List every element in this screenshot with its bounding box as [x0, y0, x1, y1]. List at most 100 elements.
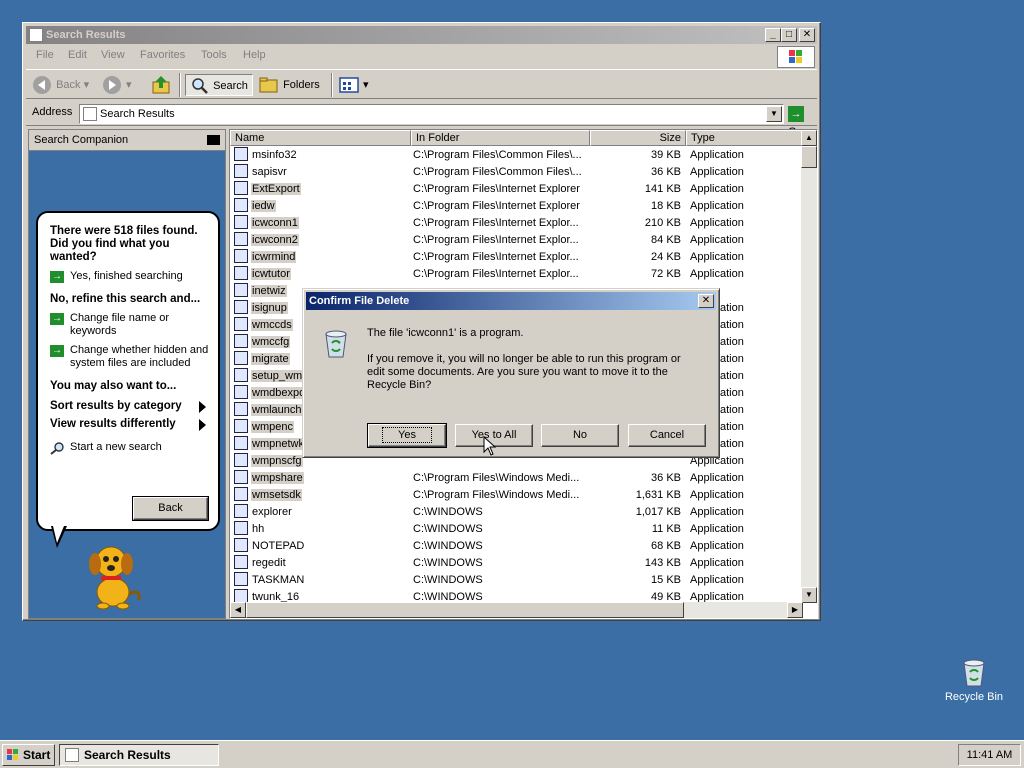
horizontal-scroll-thumb[interactable]: [246, 602, 684, 618]
menu-file[interactable]: File: [36, 49, 54, 61]
search-button[interactable]: Search: [185, 74, 253, 96]
dialog-titlebar[interactable]: Confirm File Delete ✕: [306, 292, 716, 310]
application-icon: [234, 181, 248, 195]
search-companion-title: Search Companion: [34, 134, 129, 146]
file-type: Application: [690, 251, 744, 263]
file-name: setup_wm: [251, 370, 304, 382]
file-name-cell: iedw: [234, 198, 414, 215]
window-title: Search Results: [46, 29, 126, 41]
file-row[interactable]: msinfo32 C:\Program Files\Common Files\..…: [230, 147, 802, 164]
file-name: wmccds: [251, 319, 293, 331]
menu-favorites[interactable]: Favorites: [140, 49, 185, 61]
column-header-type[interactable]: Type: [686, 130, 803, 146]
maximize-button[interactable]: □: [781, 28, 797, 42]
address-bar: Address Search Results ▼ → Go: [26, 102, 817, 138]
application-icon: [234, 419, 248, 433]
minimize-button[interactable]: _: [765, 28, 781, 42]
file-name-cell: icwtutor: [234, 266, 414, 283]
close-button[interactable]: ✕: [799, 28, 815, 42]
file-row[interactable]: NOTEPAD C:\WINDOWS 68 KB Application: [230, 538, 802, 555]
green-arrow-icon: →: [50, 345, 64, 357]
file-row[interactable]: icwrmind C:\Program Files\Internet Explor…: [230, 249, 802, 266]
file-name: isignup: [251, 302, 288, 314]
application-icon: [234, 385, 248, 399]
start-button[interactable]: Start: [2, 744, 55, 766]
yes-finished-link[interactable]: → Yes, finished searching: [50, 270, 210, 283]
file-name-cell: regedit: [234, 555, 414, 572]
sort-results-label: Sort results by category: [50, 400, 182, 412]
file-name-cell: NOTEPAD: [234, 538, 414, 555]
address-dropdown-button[interactable]: ▼: [766, 106, 782, 122]
companion-back-button[interactable]: Back: [132, 496, 209, 521]
scroll-left-button[interactable]: ◀: [230, 602, 246, 618]
change-hidden-link[interactable]: → Change whether hidden and system files…: [50, 344, 210, 370]
scroll-up-button[interactable]: ▲: [801, 130, 817, 146]
no-button[interactable]: No: [541, 424, 619, 447]
forward-button[interactable]: ▾: [101, 74, 132, 96]
triangle-right-icon: [199, 419, 206, 431]
start-label: Start: [23, 748, 51, 762]
file-name: msinfo32: [252, 149, 297, 161]
recycle-bin-icon: [963, 659, 985, 687]
vertical-scrollbar[interactable]: ▲ ▼: [801, 130, 817, 603]
also-heading: You may also want to...: [50, 380, 177, 392]
yes-button[interactable]: Yes: [367, 423, 447, 448]
change-name-link[interactable]: → Change file name or keywords: [50, 312, 210, 338]
file-row[interactable]: explorer C:\WINDOWS 1,017 KB Application: [230, 504, 802, 521]
file-name: inetwiz: [251, 285, 287, 297]
file-folder: C:\Program Files\Internet Explor...: [413, 217, 579, 229]
standard-toolbar: Back ▾ ▾ Search Folders ▾: [26, 69, 817, 99]
back-button[interactable]: Back ▾: [31, 74, 89, 96]
cancel-button[interactable]: Cancel: [628, 424, 706, 447]
dialog-close-button[interactable]: ✕: [698, 294, 714, 308]
views-button[interactable]: ▾: [338, 74, 369, 96]
close-pane-button[interactable]: [207, 135, 220, 145]
file-size: 143 KB: [644, 557, 681, 569]
file-row[interactable]: icwconn2 C:\Program Files\Internet Explor…: [230, 232, 802, 249]
up-folder-button[interactable]: [150, 74, 172, 96]
column-header-name[interactable]: Name: [230, 130, 411, 146]
file-name-cell: TASKMAN: [234, 572, 414, 589]
file-row[interactable]: iedw C:\Program Files\Internet Explorer 18…: [230, 198, 802, 215]
vertical-scroll-thumb[interactable]: [801, 146, 817, 168]
file-size: 1,017 KB: [635, 506, 681, 518]
file-name: icwtutor: [251, 268, 291, 280]
desktop-recycle-bin[interactable]: Recycle Bin: [940, 656, 1008, 703]
taskbar-item-search-results[interactable]: Search Results: [59, 744, 219, 766]
go-button[interactable]: → Go: [788, 105, 817, 138]
file-folder: C:\Program Files\Internet Explorer: [413, 200, 580, 212]
file-row[interactable]: wmpshare C:\Program Files\Windows Medi...…: [230, 470, 802, 487]
file-name: sapisvr: [252, 166, 287, 178]
file-name-cell: sapisvr: [234, 164, 414, 181]
horizontal-scrollbar[interactable]: ◀ ▶: [230, 602, 803, 618]
view-results-link[interactable]: View results differently: [50, 418, 210, 431]
file-row[interactable]: ExtExport C:\Program Files\Internet Explo…: [230, 181, 802, 198]
folders-button[interactable]: Folders: [258, 74, 320, 96]
column-header-size[interactable]: Size: [590, 130, 686, 146]
column-header-folder[interactable]: In Folder: [411, 130, 590, 146]
menu-tools[interactable]: Tools: [201, 49, 227, 61]
file-folder: C:\Program Files\Internet Explor...: [413, 234, 579, 246]
file-row[interactable]: hh C:\WINDOWS 11 KB Application: [230, 521, 802, 538]
file-size: 18 KB: [651, 200, 681, 212]
file-row[interactable]: sapisvr C:\Program Files\Common Files\...…: [230, 164, 802, 181]
change-hidden-label: Change whether hidden and system files a…: [70, 344, 209, 369]
file-row[interactable]: TASKMAN C:\WINDOWS 15 KB Application: [230, 572, 802, 589]
file-row[interactable]: wmsetsdk C:\Program Files\Windows Medi...…: [230, 487, 802, 504]
menu-view[interactable]: View: [101, 49, 125, 61]
recycle-bin-icon: [325, 330, 347, 358]
file-row[interactable]: regedit C:\WINDOWS 143 KB Application: [230, 555, 802, 572]
address-input[interactable]: Search Results ▼: [79, 104, 784, 124]
scroll-right-button[interactable]: ▶: [787, 602, 803, 618]
scroll-down-button[interactable]: ▼: [801, 587, 817, 603]
search-icon: [192, 78, 208, 94]
sort-results-link[interactable]: Sort results by category: [50, 400, 210, 413]
file-folder: C:\Program Files\Windows Medi...: [413, 472, 580, 484]
menu-help[interactable]: Help: [243, 49, 266, 61]
confirm-delete-dialog: Confirm File Delete ✕ The file 'icwconn1…: [302, 288, 720, 458]
file-row[interactable]: icwtutor C:\Program Files\Internet Explor…: [230, 266, 802, 283]
file-row[interactable]: icwconn1 C:\Program Files\Internet Explor…: [230, 215, 802, 232]
window-titlebar[interactable]: Search Results _ □ ✕: [26, 26, 817, 44]
new-search-link[interactable]: Start a new search: [50, 441, 210, 455]
menu-edit[interactable]: Edit: [68, 49, 87, 61]
